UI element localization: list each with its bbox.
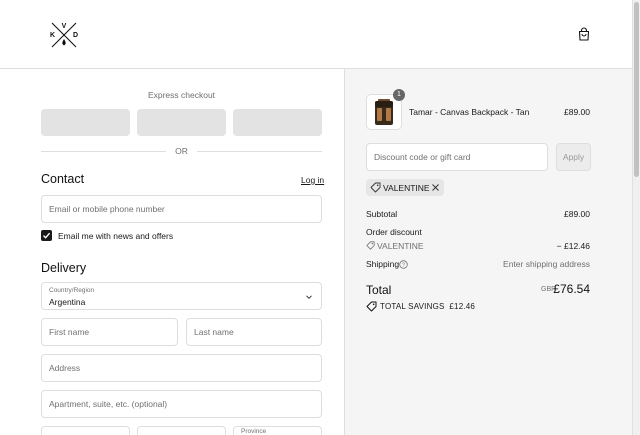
total-savings: TOTAL SAVINGS £12.46 [380, 302, 475, 311]
savings-value: £12.46 [449, 302, 476, 311]
email-input[interactable] [42, 196, 321, 222]
address-input[interactable] [42, 355, 321, 381]
svg-text:K: K [50, 32, 55, 39]
help-icon[interactable]: ? [399, 260, 408, 269]
country-value: Argentina [49, 297, 86, 307]
first-name-input[interactable] [42, 319, 177, 345]
login-link[interactable]: Log in [301, 175, 324, 185]
province-select[interactable]: Province [233, 426, 322, 435]
country-select[interactable]: Country/Region Argentina [41, 282, 322, 310]
last-name-input[interactable] [187, 319, 321, 345]
express-pay-button-1[interactable] [41, 109, 130, 136]
checkout-form: Express checkout OR Contact Log in Email… [0, 69, 344, 435]
contact-heading: Contact [41, 172, 85, 186]
express-checkout-label: Express checkout [147, 90, 216, 100]
address-field[interactable] [41, 354, 322, 382]
close-icon[interactable] [431, 183, 440, 192]
discount-chip: VALENTINE [366, 179, 444, 196]
svg-text:V: V [62, 23, 67, 30]
discount-input[interactable] [367, 144, 547, 170]
delivery-heading: Delivery [41, 261, 87, 275]
product-name: Tamar - Canvas Backpack - Tan [409, 107, 530, 117]
discount-value: − £12.46 [556, 241, 590, 251]
header: V K D [0, 0, 632, 69]
city-field[interactable] [41, 426, 130, 435]
savings-label: TOTAL SAVINGS [380, 302, 445, 311]
newsletter-checkbox[interactable] [41, 230, 52, 241]
svg-text:?: ? [402, 263, 405, 269]
shopping-bag-icon [578, 27, 590, 41]
email-field[interactable] [41, 195, 322, 223]
postal-code-field[interactable] [137, 426, 226, 435]
logo-mark-icon: V K D [49, 21, 79, 48]
cart-button[interactable] [576, 26, 592, 42]
product-price: £89.00 [564, 107, 590, 117]
total-value: £76.54 [553, 282, 590, 296]
scrollbar-thumb[interactable] [634, 2, 639, 177]
discount-field[interactable] [366, 143, 548, 171]
subtotal-label: Subtotal [366, 209, 398, 219]
discount-chip-label: VALENTINE [383, 183, 430, 193]
first-name-field[interactable] [41, 318, 178, 346]
or-divider: OR [41, 146, 322, 156]
last-name-field[interactable] [186, 318, 322, 346]
quantity-badge: 1 [393, 89, 405, 101]
checkmark-icon [43, 232, 51, 239]
svg-text:D: D [73, 32, 78, 39]
page-scrollbar[interactable] [632, 0, 640, 435]
divider-line-right [197, 151, 322, 152]
tag-icon [366, 241, 375, 250]
order-discount-label: Order discount [366, 227, 422, 237]
discount-code-label: VALENTINE [377, 241, 424, 251]
tag-icon [370, 182, 381, 193]
chevron-down-icon [306, 295, 312, 300]
apartment-field[interactable] [41, 390, 322, 418]
express-pay-button-3[interactable] [233, 109, 322, 136]
total-label: Total [366, 283, 392, 297]
express-pay-button-2[interactable] [137, 109, 226, 136]
apartment-input[interactable] [42, 391, 321, 417]
shipping-value: Enter shipping address [503, 259, 590, 269]
subtotal-value: £89.00 [564, 209, 590, 219]
newsletter-label: Email me with news and offers [58, 231, 174, 241]
shipping-label: Shipping [366, 259, 400, 269]
province-label: Province [241, 428, 267, 435]
apply-button[interactable]: Apply [556, 143, 591, 171]
brand-logo[interactable]: V K D [49, 20, 79, 50]
order-summary: 1 Tamar - Canvas Backpack - Tan £89.00 A… [344, 69, 632, 435]
savings-tag-icon [366, 301, 377, 312]
country-label: Country/Region [49, 287, 95, 294]
